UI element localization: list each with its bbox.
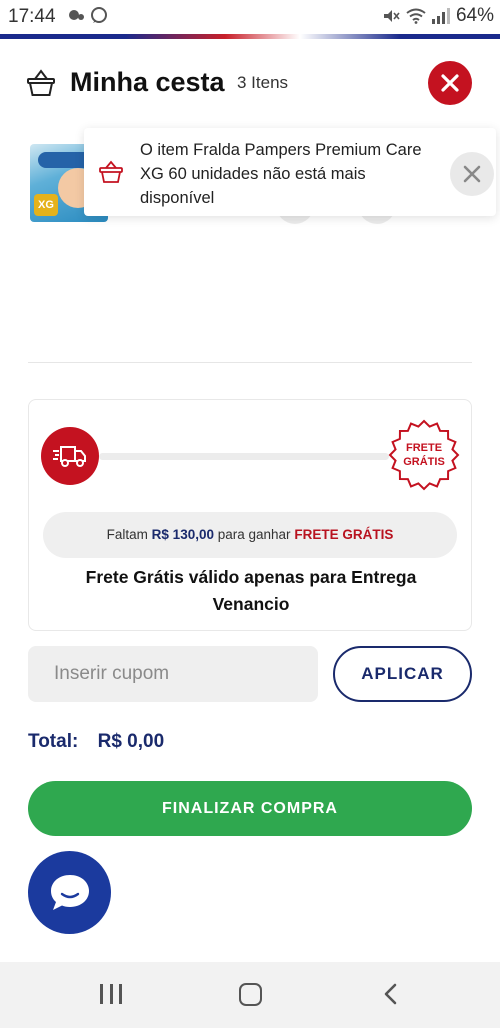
progress-prefix: Faltam	[106, 527, 148, 542]
shipping-progress-bar	[99, 453, 389, 460]
badge-line2: GRÁTIS	[403, 455, 445, 468]
progress-middle: para ganhar	[217, 527, 291, 542]
unavailable-item-toast: O item Fralda Pampers Premium Care XG 60…	[84, 128, 496, 216]
progress-free-label: FRETE GRÁTIS	[294, 527, 394, 542]
status-time: 17:44	[8, 6, 56, 27]
chat-bubble-icon	[50, 874, 89, 910]
shipping-note: Frete Grátis válido apenas para Entrega …	[85, 567, 417, 614]
home-button[interactable]	[239, 983, 262, 1006]
recent-apps-button[interactable]	[100, 984, 122, 1004]
checkout-button[interactable]: FINALIZAR COMPRA	[28, 781, 472, 836]
item-count: 3 Itens	[237, 73, 289, 92]
cart-header: Minha cesta 3 Itens	[0, 55, 500, 115]
close-cart-button[interactable]	[428, 61, 472, 105]
android-navigation-bar	[0, 962, 500, 1028]
shipping-progress-text: Faltam R$ 130,00 para ganhar FRETE GRÁTI…	[43, 512, 457, 558]
notification-app-icon	[69, 7, 107, 23]
battery-level: 64%	[455, 5, 494, 26]
page-title: Minha cesta	[70, 67, 225, 97]
coupon-input[interactable]	[28, 646, 318, 702]
close-icon	[463, 165, 481, 183]
truck-icon	[41, 427, 99, 485]
notification-icons	[66, 6, 110, 29]
apply-coupon-button[interactable]: APLICAR	[333, 646, 472, 702]
toast-message: O item Fralda Pampers Premium Care XG 60…	[140, 141, 422, 207]
status-bar: 17:44 64%	[0, 0, 500, 34]
close-icon	[441, 74, 459, 92]
toast-close-button[interactable]	[450, 152, 494, 196]
status-right: 64%	[382, 5, 494, 27]
brand-stripe	[0, 34, 500, 39]
free-shipping-card: FRETE GRÁTIS Faltam R$ 130,00 para ganha…	[28, 399, 472, 631]
badge-line1: FRETE	[406, 442, 442, 454]
free-shipping-badge: FRETE GRÁTIS	[387, 418, 461, 492]
mute-icon	[383, 10, 400, 22]
basket-icon	[27, 69, 55, 96]
order-total: Total: R$ 0,00	[28, 731, 164, 753]
divider	[28, 362, 472, 363]
signal-icon	[431, 8, 450, 24]
toast-basket-icon	[99, 160, 123, 183]
back-button[interactable]	[380, 982, 402, 1006]
total-value: R$ 0,00	[97, 731, 165, 752]
progress-amount: R$ 130,00	[151, 527, 214, 542]
total-label: Total:	[28, 731, 79, 752]
chat-button[interactable]	[28, 851, 111, 934]
product-size-badge: XG	[34, 194, 58, 216]
wifi-icon	[406, 8, 426, 24]
